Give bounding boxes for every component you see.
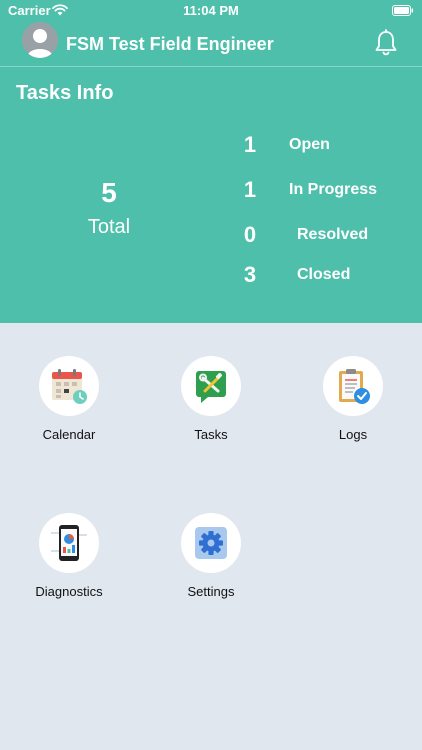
- app-title: FSM Test Field Engineer: [66, 34, 274, 54]
- tasks-icon: [196, 371, 226, 403]
- menu-item-settings[interactable]: Settings: [151, 513, 271, 613]
- settings-button[interactable]: [181, 513, 241, 573]
- closed-count: 3: [243, 262, 257, 287]
- tasks-button[interactable]: [181, 356, 241, 416]
- total-count: 5: [101, 177, 117, 208]
- bell-icon[interactable]: [373, 29, 399, 57]
- in-progress-label: In Progress: [289, 181, 378, 198]
- logs-label: Logs: [338, 427, 368, 442]
- calendar-label: Calendar: [42, 427, 96, 442]
- in-progress-count: 1: [243, 177, 257, 202]
- menu-item-tasks[interactable]: Tasks: [151, 356, 271, 456]
- resolved-label: Resolved: [297, 226, 369, 243]
- status-time: 11:04 PM: [183, 3, 239, 18]
- menu-item-logs[interactable]: Logs: [293, 356, 413, 456]
- battery-icon: [392, 5, 414, 16]
- header-divider: [0, 66, 422, 67]
- menu-item-calendar[interactable]: Calendar: [9, 356, 129, 456]
- diagnostics-label: Diagnostics: [35, 584, 103, 599]
- settings-icon: [195, 527, 227, 559]
- total-label: Total: [87, 216, 131, 238]
- resolved-count: 0: [243, 222, 257, 247]
- menu-item-diagnostics[interactable]: Diagnostics: [9, 513, 129, 613]
- diagnostics-icon: [51, 525, 87, 561]
- user-icon: [27, 29, 53, 58]
- logs-icon: [339, 369, 370, 404]
- settings-label: Settings: [187, 584, 235, 599]
- tasks-info-title: Tasks Info: [16, 82, 114, 104]
- open-label: Open: [289, 136, 330, 153]
- calendar-icon: [52, 369, 87, 404]
- closed-label: Closed: [297, 266, 351, 283]
- calendar-button[interactable]: [39, 356, 99, 416]
- tasks-label: Tasks: [194, 427, 228, 442]
- avatar[interactable]: [22, 22, 58, 58]
- diagnostics-button[interactable]: [39, 513, 99, 573]
- logs-button[interactable]: [323, 356, 383, 416]
- open-count: 1: [243, 132, 257, 157]
- status-bar: Carrier 11:04 PM: [0, 0, 422, 22]
